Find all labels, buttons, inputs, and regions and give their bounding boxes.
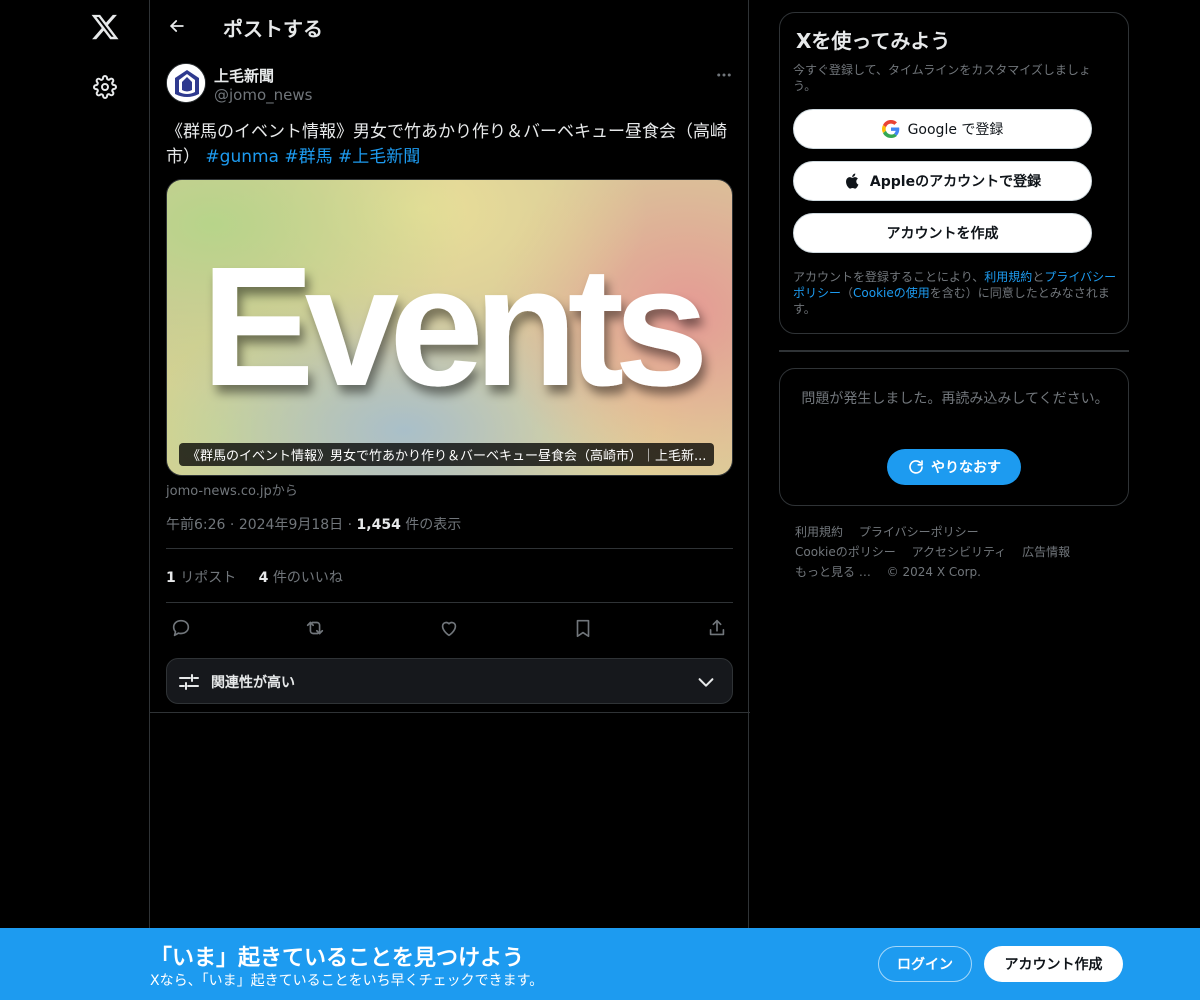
apple-signup-button[interactable]: Appleのアカウントで登録 (793, 161, 1092, 201)
meta-separator: · (229, 517, 239, 533)
divider (150, 712, 750, 713)
legal-paren: （ (841, 286, 854, 300)
views-label: 件の表示 (405, 517, 462, 533)
footer-link-accessibility[interactable]: アクセシビリティ (912, 545, 1007, 559)
footer-link-more[interactable]: もっと見る … (795, 565, 871, 579)
likes-stat[interactable]: 4 件のいいね (259, 570, 343, 586)
error-panel: 問題が発生しました。再読み込みしてください。 やりなおす (779, 368, 1129, 506)
post-author: 上毛新聞 @jomo_news (166, 63, 736, 107)
main-column: ポストする 上毛新聞 @jomo_news 《群馬のイベント情報》男女で竹あかり… (149, 0, 750, 1000)
more-options-icon[interactable] (712, 65, 736, 85)
sliders-icon (177, 670, 201, 694)
post-actions (166, 614, 733, 642)
likes-label: 件のいいね (272, 570, 343, 586)
divider (779, 350, 1129, 352)
hashtag-link[interactable]: #群馬 (284, 147, 332, 167)
retry-button[interactable]: やりなおす (887, 449, 1021, 485)
post-meta: 午前6:26 · 2024年9月18日 · 1,454 件の表示 (166, 514, 461, 534)
card-image-text: Events (201, 232, 702, 422)
author-handle[interactable]: @jomo_news (214, 86, 312, 104)
bottom-signup-banner: 「いま」起きていることを見つけよう Xなら、「いま」起きていることをいち早くチェ… (0, 928, 1200, 1000)
reposts-label: リポスト (180, 570, 237, 586)
heart-icon[interactable] (435, 614, 463, 642)
meta-separator: · (347, 517, 357, 533)
sort-relevance-dropdown[interactable]: 関連性が高い (166, 658, 733, 704)
post-text: 《群馬のイベント情報》男女で竹あかり作り＆バーベキュー昼食会（高崎市） #gun… (166, 120, 734, 170)
footer-link-ads[interactable]: 広告情報 (1022, 545, 1070, 559)
apple-icon (844, 172, 862, 190)
hashtag-link[interactable]: #gunma (205, 147, 279, 167)
footer-links: 利用規約 プライバシーポリシー Cookieのポリシー アクセシビリティ 広告情… (795, 522, 1115, 582)
terms-link[interactable]: 利用規約 (984, 270, 1032, 284)
signup-panel: Xを使ってみよう 今すぐ登録して、タイムラインをカスタマイズしましょう。 Goo… (779, 12, 1129, 334)
gear-icon[interactable] (90, 72, 120, 102)
reposts-count: 1 (166, 570, 176, 586)
page-header: ポストする (150, 0, 750, 53)
retry-label: やりなおす (931, 460, 1001, 476)
create-account-label: アカウントを作成 (886, 226, 999, 242)
hashtag-link[interactable]: #上毛新聞 (338, 147, 420, 167)
link-card[interactable]: Events 《群馬のイベント情報》男女で竹あかり作り＆バーベキュー昼食会（高崎… (166, 179, 733, 476)
apple-signup-label: Appleのアカウントで登録 (869, 174, 1042, 190)
refresh-icon (907, 458, 925, 476)
legal-text: アカウントを登録することにより、利用規約とプライバシーポリシー（Cookieの使… (793, 269, 1121, 317)
card-caption: 《群馬のイベント情報》男女で竹あかり作り＆バーベキュー昼食会（高崎市）｜上毛新.… (179, 443, 715, 466)
google-signup-label: Google で登録 (907, 122, 1004, 138)
banner-title: 「いま」起きていることを見つけよう (150, 946, 525, 971)
x-logo-icon[interactable] (90, 12, 120, 42)
copyright: © 2024 X Corp. (886, 565, 981, 579)
legal-prefix: アカウントを登録することにより、 (793, 270, 985, 284)
google-icon (881, 120, 900, 138)
footer-link-privacy[interactable]: プライバシーポリシー (859, 525, 979, 539)
error-message: 問題が発生しました。再読み込みしてください。 (801, 391, 1109, 407)
avatar[interactable] (166, 63, 206, 103)
sort-label: 関連性が高い (211, 675, 295, 691)
cookie-link[interactable]: Cookieの使用 (853, 286, 930, 300)
signup-title: Xを使ってみよう (796, 29, 951, 53)
card-image: Events (167, 180, 732, 475)
post-date[interactable]: 2024年9月18日 (239, 517, 343, 533)
back-arrow-icon[interactable] (162, 11, 192, 41)
banner-subtitle: Xなら、「いま」起きていることをいち早くチェックできます。 (150, 973, 544, 989)
author-name[interactable]: 上毛新聞 (214, 65, 274, 86)
legal-and: と (1032, 270, 1045, 284)
reply-icon[interactable] (167, 614, 195, 642)
bookmark-icon[interactable] (569, 614, 597, 642)
create-account-button[interactable]: アカウントを作成 (793, 213, 1092, 253)
card-source[interactable]: jomo-news.co.jpから (166, 480, 298, 499)
login-button[interactable]: ログイン (878, 946, 972, 982)
signup-subtitle: 今すぐ登録して、タイムラインをカスタマイズしましょう。 (793, 63, 1091, 93)
page-title: ポストする (223, 17, 323, 41)
divider (166, 602, 733, 603)
chevron-down-icon (694, 670, 718, 694)
footer-link-cookie[interactable]: Cookieのポリシー (795, 545, 896, 559)
footer-link-terms[interactable]: 利用規約 (795, 525, 843, 539)
divider (166, 548, 733, 549)
banner-create-account-button[interactable]: アカウント作成 (984, 946, 1123, 982)
post-time[interactable]: 午前6:26 (166, 517, 225, 533)
left-nav (70, 0, 140, 1000)
post-stats: 1 リポスト 4 件のいいね (166, 567, 361, 587)
likes-count: 4 (258, 570, 269, 586)
google-signup-button[interactable]: Google で登録 (793, 109, 1092, 149)
reposts-stat[interactable]: 1 リポスト (166, 570, 236, 586)
share-icon[interactable] (703, 614, 731, 642)
repost-icon[interactable] (301, 614, 329, 642)
views-count: 1,454 (356, 517, 401, 533)
